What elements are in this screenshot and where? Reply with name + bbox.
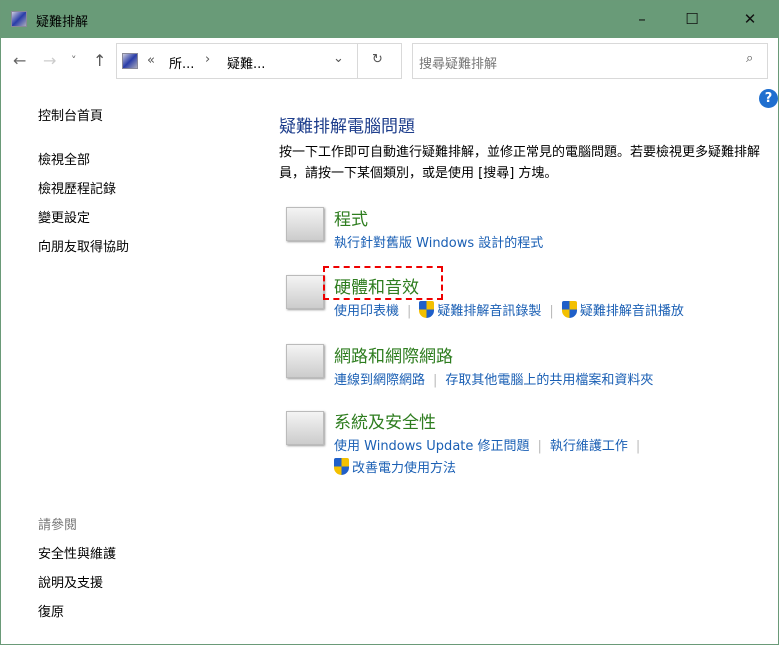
page-title: 疑難排解電腦問題	[279, 117, 415, 137]
title-bar: 疑難排解 – ☐ ✕	[1, 1, 779, 38]
sidebar-security-maintenance[interactable]: 安全性與維護	[38, 543, 116, 562]
sidebar-view-history[interactable]: 檢視歷程記錄	[38, 178, 116, 197]
category-programs[interactable]: 程式	[334, 205, 368, 230]
help-button[interactable]: ?	[759, 89, 778, 108]
network-links: 連線到網際網路 | 存取其他電腦上的共用檔案和資料夾	[334, 373, 654, 388]
search-box[interactable]: 搜尋疑難排解 ⌕	[412, 43, 768, 79]
link-run-old-programs[interactable]: 執行針對舊版 Windows 設計的程式	[334, 236, 543, 251]
hardware-sound-icon[interactable]	[286, 275, 324, 309]
sidebar-help-support[interactable]: 說明及支援	[38, 572, 103, 591]
sidebar-recovery[interactable]: 復原	[38, 601, 64, 620]
programs-icon[interactable]	[286, 207, 324, 241]
recent-locations-button[interactable]: ˅	[71, 54, 77, 67]
uac-shield-icon	[419, 301, 435, 318]
window-title: 疑難排解	[36, 15, 89, 30]
search-icon[interactable]: ⌕	[746, 51, 753, 66]
forward-button[interactable]: →	[43, 51, 56, 70]
link-audio-recording[interactable]: 疑難排解音訊錄製	[437, 304, 541, 319]
link-use-printer[interactable]: 使用印表機	[334, 304, 399, 319]
link-connect-internet[interactable]: 連線到網際網路	[334, 373, 425, 388]
link-windows-update[interactable]: 使用 Windows Update 修正問題	[334, 439, 530, 454]
sidebar-control-panel-home[interactable]: 控制台首頁	[38, 105, 103, 124]
sidebar-change-settings[interactable]: 變更設定	[38, 207, 90, 226]
breadcrumb-all-control-panel[interactable]: 所...	[169, 53, 194, 72]
address-dropdown-button[interactable]: ⌄	[333, 51, 344, 66]
system-links-2: 改善電力使用方法	[334, 457, 456, 476]
breadcrumb-overflow[interactable]: «	[147, 53, 155, 68]
location-icon	[122, 53, 138, 69]
system-links: 使用 Windows Update 修正問題 | 執行維護工作 |	[334, 439, 641, 454]
link-audio-playback[interactable]: 疑難排解音訊播放	[580, 304, 684, 319]
breadcrumb-separator: ›	[205, 52, 211, 67]
address-bar[interactable]: « 所... › 疑難... ⌄ ↻	[116, 43, 402, 79]
link-maintenance[interactable]: 執行維護工作	[550, 439, 628, 454]
back-button[interactable]: ←	[13, 51, 26, 70]
category-network-internet[interactable]: 網路和網際網路	[334, 342, 453, 367]
search-input[interactable]: 搜尋疑難排解	[419, 53, 497, 72]
troubleshoot-app-icon	[11, 11, 27, 27]
breadcrumb-troubleshooting[interactable]: 疑難...	[227, 53, 265, 72]
close-button[interactable]: ✕	[727, 5, 773, 33]
uac-shield-icon	[561, 301, 577, 318]
link-shared-files[interactable]: 存取其他電腦上的共用檔案和資料夾	[445, 373, 653, 388]
programs-links: 執行針對舊版 Windows 設計的程式	[334, 232, 543, 251]
highlight-box	[323, 266, 443, 300]
hardware-links: 使用印表機 | 疑難排解音訊錄製 | 疑難排解音訊播放	[334, 300, 684, 319]
page-description: 按一下工作即可自動進行疑難排解，並修正常見的電腦問題。若要檢視更多疑難排解員，請…	[279, 145, 761, 181]
minimize-button[interactable]: –	[619, 5, 665, 33]
up-button[interactable]: ↑	[93, 51, 106, 70]
refresh-button[interactable]: ↻	[372, 52, 383, 67]
network-internet-icon[interactable]	[286, 344, 324, 378]
link-power-usage[interactable]: 改善電力使用方法	[352, 461, 456, 476]
category-system-security[interactable]: 系統及安全性	[334, 408, 436, 433]
sidebar-get-help-from-friend[interactable]: 向朋友取得協助	[38, 236, 129, 255]
system-security-icon[interactable]	[286, 411, 324, 445]
uac-shield-icon	[334, 458, 349, 475]
maximize-button[interactable]: ☐	[669, 5, 715, 33]
sidebar-view-all[interactable]: 檢視全部	[38, 149, 90, 168]
see-also-heading: 請參閱	[38, 518, 78, 533]
